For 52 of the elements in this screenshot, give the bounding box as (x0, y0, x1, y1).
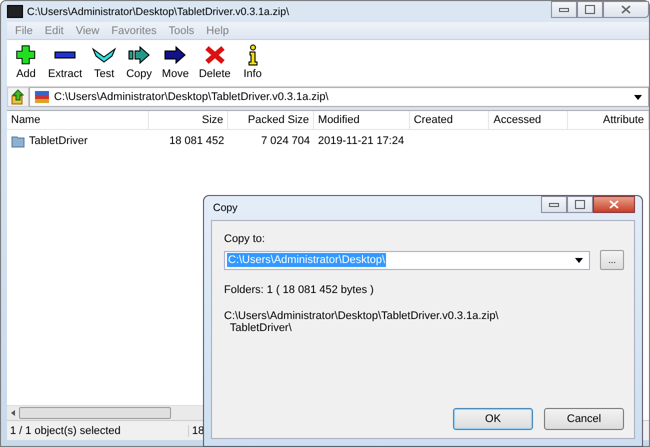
table-cell-text: 7 024 704 (260, 135, 312, 147)
move-button[interactable]: Move (156, 44, 194, 84)
delete-button[interactable]: Delete (194, 44, 236, 84)
minimize-button[interactable] (541, 196, 567, 213)
close-icon (609, 200, 619, 209)
column-header[interactable]: Name (7, 111, 149, 129)
column-header[interactable]: Created (410, 111, 490, 129)
dropdown-arrow-icon (575, 258, 584, 262)
folder-icon (11, 134, 25, 148)
close-button[interactable] (603, 1, 649, 18)
up-folder-button[interactable] (7, 87, 29, 107)
column-header[interactable]: Accessed (489, 111, 568, 129)
close-button[interactable] (593, 196, 635, 213)
extract-button[interactable]: Extract (43, 44, 88, 84)
address-field[interactable]: C:\Users\Administrator\Desktop\TabletDriver.v0.3.1a.zip\ (29, 87, 649, 107)
copy-to-label: Copy to: (224, 233, 266, 245)
archive-icon (34, 90, 50, 104)
table-cell-text: 2019-11-21 17:24 (317, 135, 406, 147)
source-path: TabletDriver\ (228, 322, 293, 334)
browse-button[interactable]: ... (600, 250, 624, 270)
minimize-icon (549, 202, 559, 206)
maximize-icon (585, 5, 595, 14)
arrow-icon (127, 44, 152, 66)
ok-button[interactable]: OK (453, 408, 533, 430)
info-button[interactable]: Info (236, 44, 270, 84)
cancel-button[interactable]: Cancel (544, 408, 624, 430)
column-header[interactable]: Modified (314, 111, 410, 129)
copy-button[interactable]: Copy (121, 44, 157, 84)
maximize-button[interactable] (567, 196, 593, 213)
scroll-left-icon[interactable] (11, 410, 15, 416)
minimize-icon (559, 8, 569, 12)
add-button[interactable]: Add (9, 44, 43, 84)
table-cell-text: 18 081 452 (168, 135, 226, 147)
folder-info: Folders: 1 ( 18 081 452 bytes ) (224, 284, 375, 296)
maximize-button[interactable] (577, 1, 603, 18)
arrow-icon (163, 44, 188, 66)
window-title: C:\Users\Administrator\Desktop\TabletDriver.v0.3.1a.zip\ (27, 6, 290, 18)
plus-icon (14, 44, 38, 66)
table-cell: TabletDriver (7, 134, 149, 148)
column-header[interactable]: Packed Size (228, 111, 314, 129)
column-header[interactable]: Attribute (568, 111, 649, 129)
status-text: 1 / 1 object(s) selected (7, 424, 189, 436)
app-icon (7, 5, 23, 18)
maximize-icon (575, 200, 585, 209)
source-path: C:\Users\Administrator\Desktop\TabletDriver.v0.3.1a.zip\ (224, 310, 500, 322)
column-header[interactable]: Size (148, 111, 228, 129)
dropdown-arrow-icon (634, 94, 642, 100)
cross-icon (202, 44, 227, 66)
test-button[interactable]: Test (87, 44, 122, 84)
close-icon (621, 5, 631, 14)
minimize-button[interactable] (551, 1, 577, 18)
dialog-title: Copy (213, 202, 238, 214)
